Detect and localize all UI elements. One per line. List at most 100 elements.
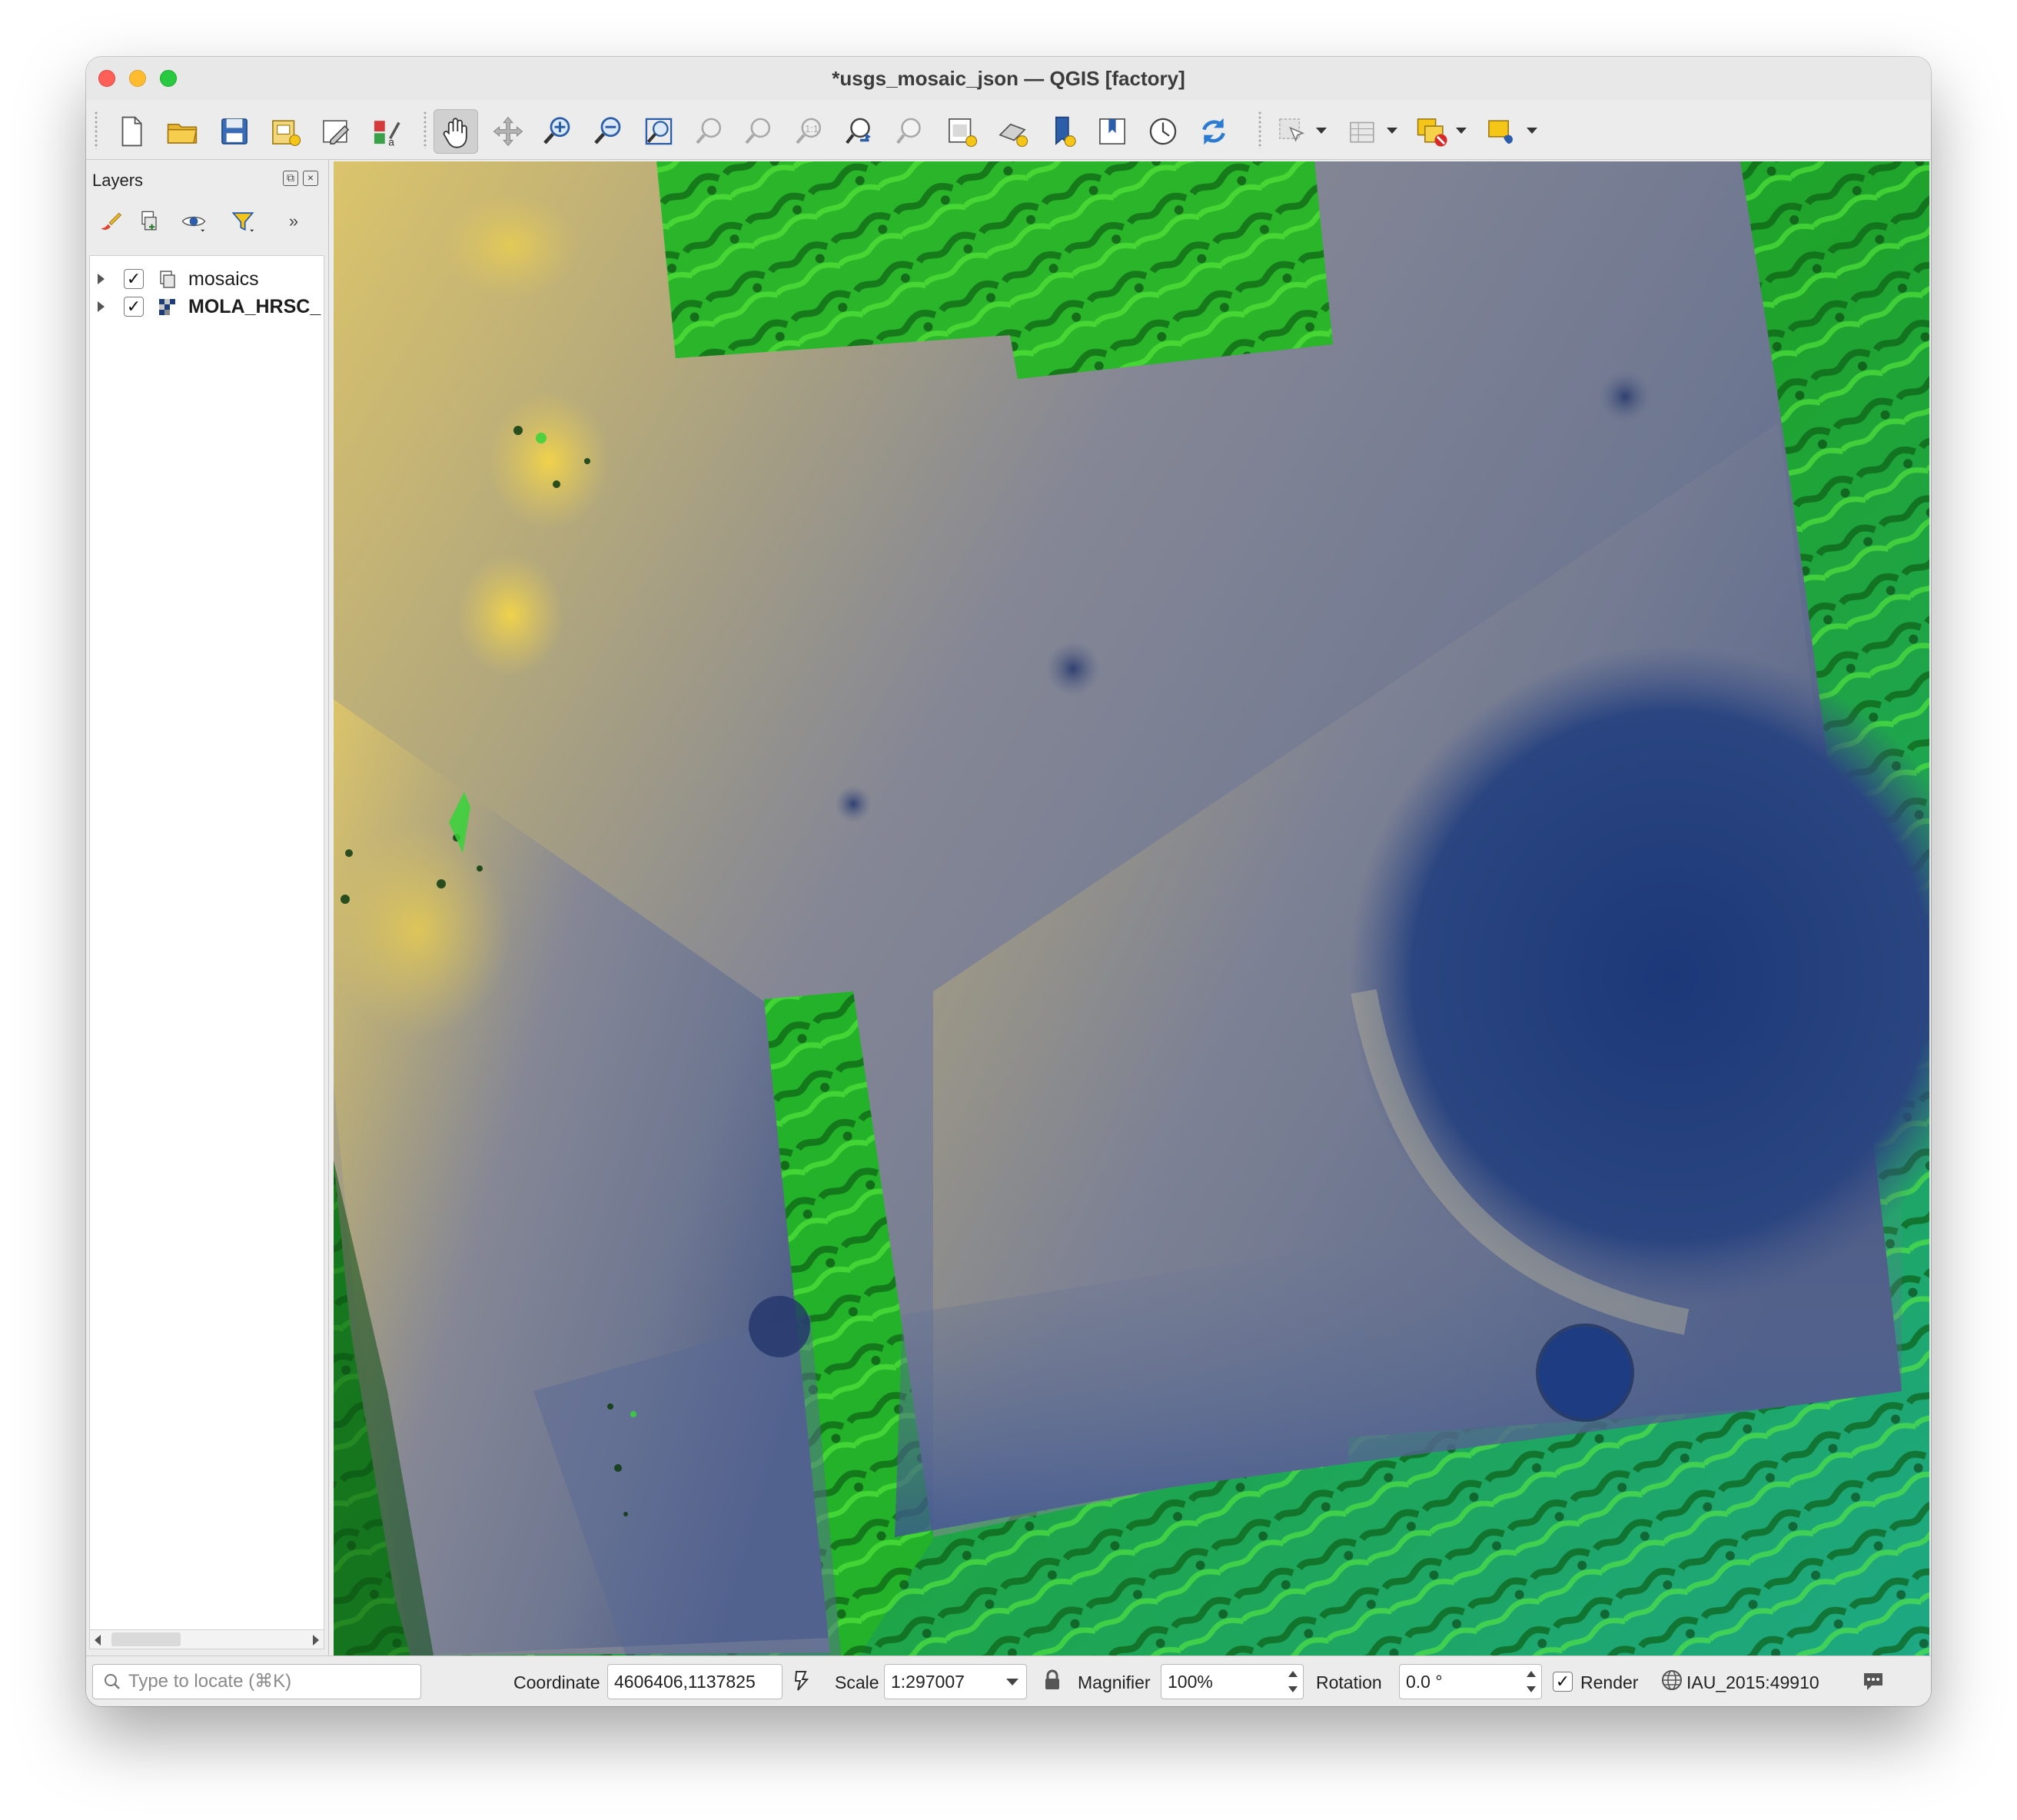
toolbar-grip[interactable] xyxy=(94,111,98,149)
magnifier-stepper[interactable] xyxy=(1286,1668,1300,1695)
refresh-button[interactable] xyxy=(1191,109,1236,154)
toolbar-grip[interactable] xyxy=(423,111,427,149)
magnifier-label: Magnifier xyxy=(1078,1672,1151,1692)
select-features-button[interactable] xyxy=(1270,109,1314,154)
crs-label[interactable]: IAU_2015:49910 xyxy=(1686,1672,1819,1693)
print-layout-icon xyxy=(272,120,301,146)
zoom-to-layer-button[interactable] xyxy=(736,109,781,154)
messages-icon[interactable] xyxy=(1860,1667,1886,1693)
layer-visibility-checkbox[interactable]: ✓ xyxy=(124,297,144,317)
status-bar: Coordinate 4606406,1137825 Scale 1:29700… xyxy=(86,1656,1931,1706)
scroll-right-arrow-icon[interactable] xyxy=(313,1635,319,1646)
new-3d-map-view-button[interactable] xyxy=(990,109,1035,154)
zoom-full-button[interactable] xyxy=(636,109,681,154)
zoom-native-icon: 1:1 xyxy=(796,118,822,144)
select-features-dropdown[interactable] xyxy=(1316,128,1327,134)
zoom-next-button[interactable] xyxy=(889,109,933,154)
zoom-to-selection-button[interactable] xyxy=(687,109,732,154)
layer-visibility-checkbox[interactable]: ✓ xyxy=(124,269,144,289)
clock-icon xyxy=(1149,118,1177,145)
expand-arrow-icon[interactable] xyxy=(98,301,105,312)
layers-panel: Layers ⧉ × » ✓ mosaics ✓ MOLA_HRSC_ xyxy=(86,160,329,1656)
render-checkbox[interactable]: ✓ xyxy=(1553,1672,1573,1692)
zoom-out-icon xyxy=(594,117,621,144)
pan-map-button[interactable] xyxy=(434,109,478,154)
toolbar-grip[interactable] xyxy=(1258,111,1262,149)
layout-manager-icon xyxy=(323,120,350,144)
deselect-dropdown[interactable] xyxy=(1456,128,1467,134)
new-bookmark-button[interactable] xyxy=(1041,109,1085,154)
add-group-icon xyxy=(141,211,157,231)
scale-value: 1:297007 xyxy=(891,1671,965,1692)
minimize-window-button[interactable] xyxy=(129,70,146,87)
layer-name: MOLA_HRSC_ xyxy=(188,295,321,317)
scrollbar-thumb[interactable] xyxy=(111,1632,181,1646)
temporal-controller-button[interactable] xyxy=(1141,109,1185,154)
globe-icon[interactable] xyxy=(1659,1667,1685,1693)
layer-tree: ✓ mosaics ✓ MOLA_HRSC_ xyxy=(89,255,324,1639)
open-project-button[interactable] xyxy=(160,109,204,154)
layer-row-mosaics[interactable]: ✓ mosaics xyxy=(90,265,324,293)
new-map-view-icon xyxy=(949,118,978,148)
zoom-native-button[interactable]: 1:1 xyxy=(787,109,832,154)
pan-to-selection-button[interactable] xyxy=(486,109,530,154)
mouse-coordinates-toggle-icon[interactable] xyxy=(789,1667,815,1693)
render-label: Render xyxy=(1580,1672,1639,1692)
zoom-layer-icon xyxy=(745,118,771,144)
layout-manager-button[interactable] xyxy=(314,109,358,154)
scroll-left-arrow-icon[interactable] xyxy=(95,1635,101,1646)
lock-scale-icon[interactable] xyxy=(1039,1667,1065,1693)
zoom-out-button[interactable] xyxy=(586,109,630,154)
zoom-last-icon xyxy=(846,118,871,144)
float-panel-icon[interactable]: ⧉ xyxy=(283,171,298,186)
raster-icon xyxy=(159,299,175,315)
rotation-stepper[interactable] xyxy=(1524,1668,1538,1695)
add-group-button[interactable] xyxy=(132,204,166,238)
coordinate-field[interactable]: 4606406,1137825 xyxy=(607,1664,783,1699)
new-project-button[interactable] xyxy=(109,109,154,154)
new-3d-map-icon xyxy=(999,123,1028,148)
close-window-button[interactable] xyxy=(98,70,115,87)
deselect-all-button[interactable] xyxy=(1410,109,1454,154)
scale-combobox[interactable]: 1:297007 xyxy=(884,1664,1027,1699)
rotation-label: Rotation xyxy=(1316,1672,1382,1692)
filter-legend-button[interactable] xyxy=(226,204,260,238)
add-annotation-button[interactable] xyxy=(1479,109,1524,154)
new-print-layout-button[interactable] xyxy=(263,109,307,154)
attribute-table-button[interactable] xyxy=(1341,109,1385,154)
add-annotation-dropdown[interactable] xyxy=(1527,128,1537,134)
rotation-spinbox[interactable]: 0.0 ° xyxy=(1399,1664,1542,1699)
show-bookmarks-button[interactable] xyxy=(1090,109,1135,154)
qgis-window: *usgs_mosaic_json — QGIS [factory] a 1:1… xyxy=(86,57,1931,1706)
locator-input[interactable] xyxy=(128,1671,405,1692)
manage-visibility-button[interactable] xyxy=(177,204,211,238)
paint-brush-icon xyxy=(101,212,122,230)
zoom-in-button[interactable] xyxy=(535,109,580,154)
window-controls xyxy=(98,70,177,87)
rotation-value: 0.0 ° xyxy=(1406,1671,1443,1692)
style-layer-button[interactable] xyxy=(94,204,128,238)
coordinate-label: Coordinate xyxy=(513,1672,600,1692)
close-panel-icon[interactable]: × xyxy=(303,171,318,186)
zoom-next-icon xyxy=(896,118,921,144)
layers-panel-toolbar: » xyxy=(86,200,328,243)
maximize-window-button[interactable] xyxy=(160,70,177,87)
group-icon xyxy=(160,271,175,288)
locator-search-box[interactable] xyxy=(92,1664,421,1699)
layer-row-mola-hrsc[interactable]: ✓ MOLA_HRSC_ xyxy=(90,293,324,320)
new-map-view-button[interactable] xyxy=(939,109,984,154)
more-tools-chevron-icon[interactable]: » xyxy=(277,204,311,238)
save-project-button[interactable] xyxy=(212,109,257,154)
attribute-table-dropdown[interactable] xyxy=(1387,128,1397,134)
style-manager-button[interactable]: a xyxy=(364,109,409,154)
chevron-down-icon[interactable] xyxy=(1006,1679,1018,1685)
layer-tree-horizontal-scrollbar[interactable] xyxy=(89,1629,324,1649)
expand-arrow-icon[interactable] xyxy=(98,274,105,284)
filter-icon xyxy=(231,212,254,232)
zoom-in-icon xyxy=(543,117,570,144)
zoom-last-button[interactable] xyxy=(838,109,882,154)
map-canvas[interactable] xyxy=(334,161,1929,1656)
bookmarks-list-icon xyxy=(1099,118,1125,144)
magnifier-spinbox[interactable]: 100% xyxy=(1161,1664,1304,1699)
zoom-selection-icon xyxy=(696,118,722,144)
